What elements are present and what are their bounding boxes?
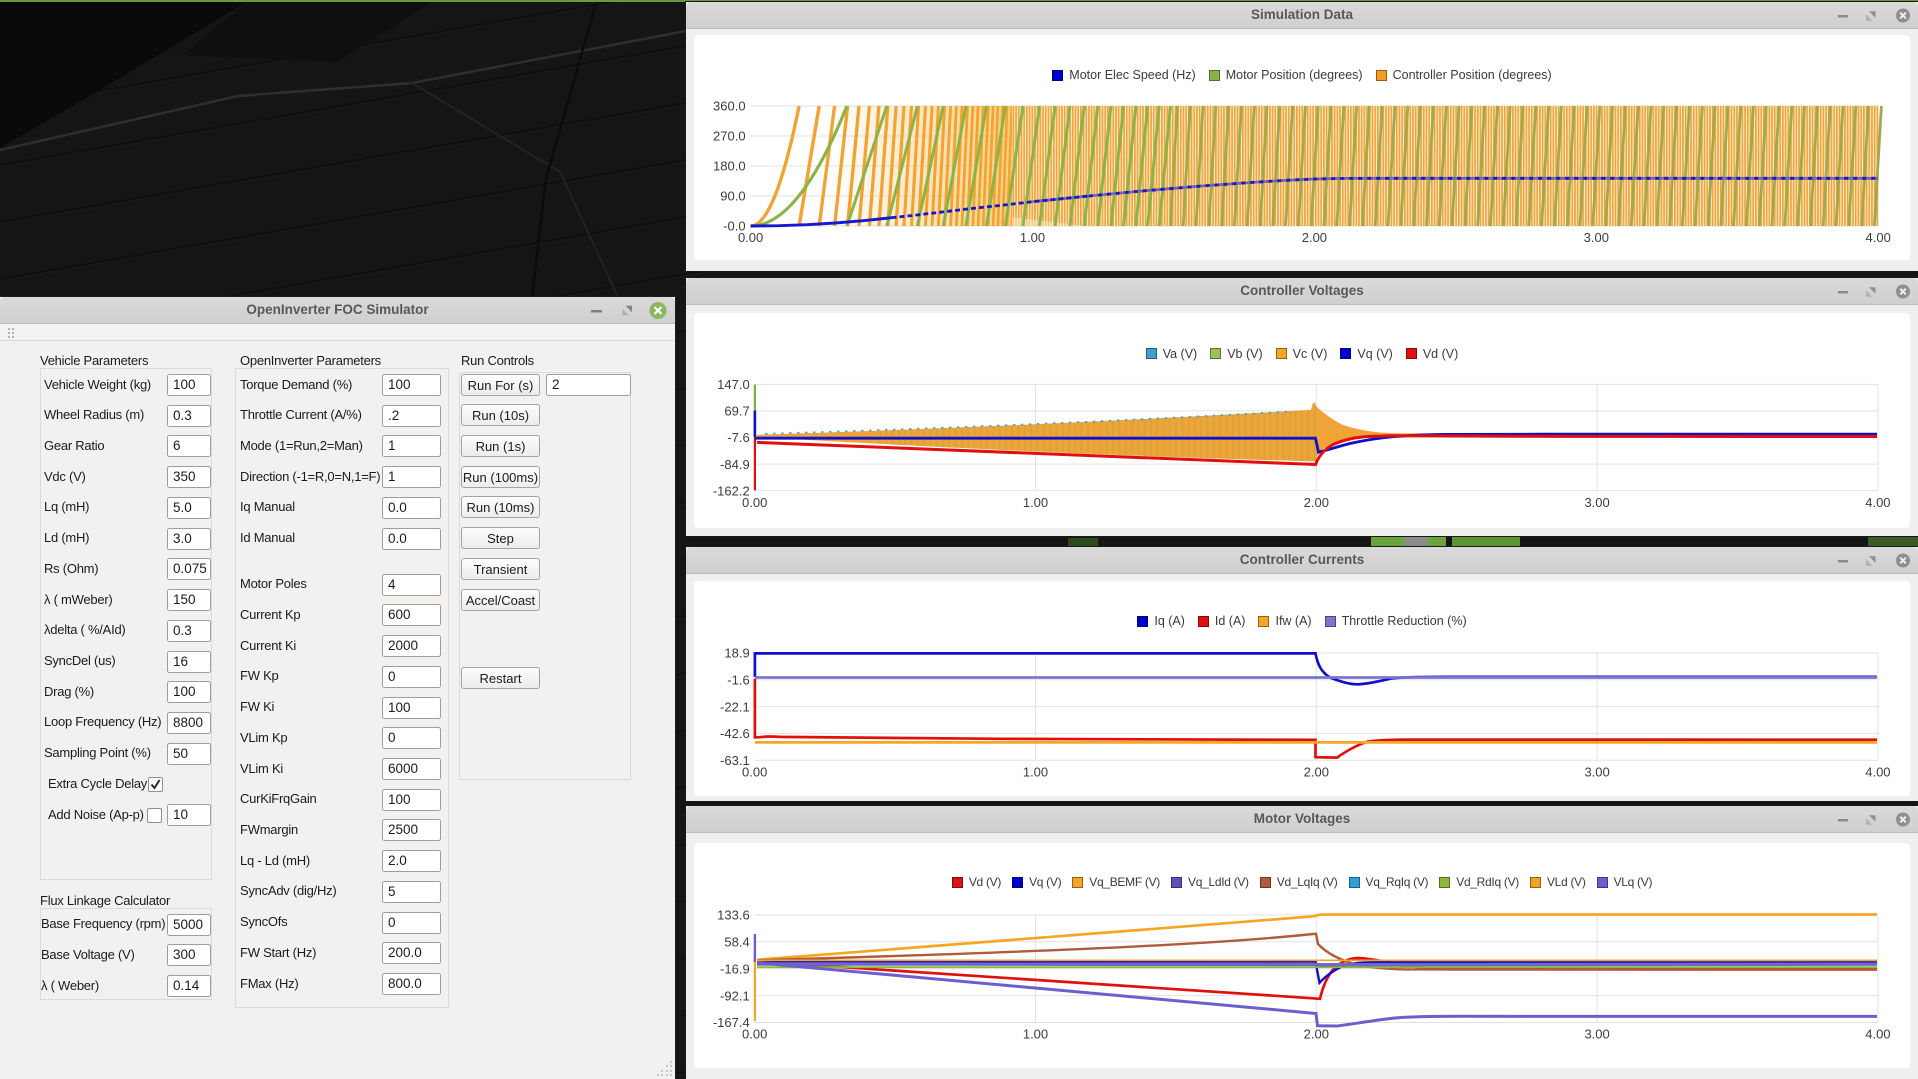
svg-text:0.00: 0.00 [742, 495, 767, 510]
svg-text:18.9: 18.9 [724, 646, 749, 661]
svg-text:180.0: 180.0 [713, 159, 746, 174]
svg-text:1.00: 1.00 [1023, 495, 1048, 510]
svg-text:4.00: 4.00 [1865, 765, 1890, 780]
svg-text:0.00: 0.00 [738, 230, 763, 245]
svg-text:-7.6: -7.6 [727, 430, 749, 445]
svg-text:1.00: 1.00 [1023, 1027, 1048, 1042]
svg-text:133.6: 133.6 [717, 908, 750, 923]
svg-text:-16.9: -16.9 [720, 961, 750, 976]
svg-text:2.00: 2.00 [1304, 765, 1329, 780]
svg-text:3.00: 3.00 [1584, 230, 1609, 245]
svg-text:2.00: 2.00 [1304, 1027, 1329, 1042]
svg-text:4.00: 4.00 [1866, 230, 1891, 245]
svg-text:2.00: 2.00 [1304, 495, 1329, 510]
svg-text:147.0: 147.0 [717, 377, 750, 392]
svg-text:0.00: 0.00 [742, 1027, 767, 1042]
svg-text:90.0: 90.0 [720, 189, 745, 204]
svg-text:-22.1: -22.1 [720, 699, 750, 714]
svg-text:3.00: 3.00 [1584, 495, 1609, 510]
svg-text:4.00: 4.00 [1865, 495, 1890, 510]
svg-text:0.00: 0.00 [742, 765, 767, 780]
svg-text:-42.6: -42.6 [720, 726, 750, 741]
svg-text:3.00: 3.00 [1584, 1027, 1609, 1042]
svg-text:-92.1: -92.1 [720, 988, 750, 1003]
svg-text:4.00: 4.00 [1865, 1027, 1890, 1042]
svg-text:58.4: 58.4 [724, 935, 749, 950]
svg-text:360.0: 360.0 [713, 99, 746, 114]
svg-text:1.00: 1.00 [1023, 765, 1048, 780]
svg-text:-1.6: -1.6 [727, 672, 749, 687]
svg-text:3.00: 3.00 [1584, 765, 1609, 780]
svg-text:69.7: 69.7 [724, 404, 749, 419]
svg-text:-84.9: -84.9 [720, 457, 750, 472]
svg-text:270.0: 270.0 [713, 129, 746, 144]
svg-text:2.00: 2.00 [1302, 230, 1327, 245]
svg-text:1.00: 1.00 [1020, 230, 1045, 245]
